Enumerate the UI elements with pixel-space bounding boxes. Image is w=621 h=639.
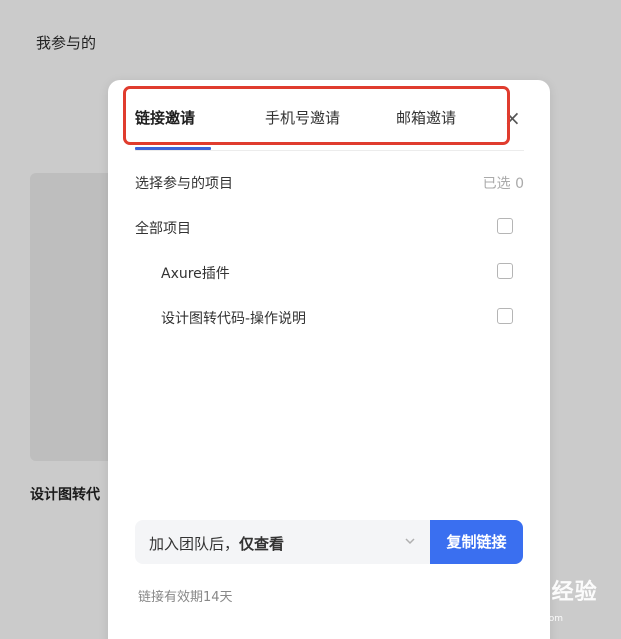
checkbox-design-to-code[interactable] — [497, 308, 513, 324]
watermark-url: jingyan.baidu.com — [480, 614, 564, 624]
close-icon[interactable]: × — [504, 108, 521, 128]
watermark-logo: Baidu经验 — [476, 580, 598, 605]
project-label-axure: Axure插件 — [161, 266, 230, 282]
checkbox-all-projects[interactable] — [497, 218, 513, 234]
project-label-all: 全部项目 — [135, 221, 191, 237]
select-projects-label: 选择参与的项目 — [135, 176, 233, 192]
invite-dialog: 链接邀请 手机号邀请 邮箱邀请 × 选择参与的项目 已选 0 全部项目 Axur… — [108, 80, 550, 639]
permission-prefix: 加入团队后， — [149, 535, 240, 553]
tab-email-invite[interactable]: 邮箱邀请 — [396, 107, 456, 128]
tab-link-invite[interactable]: 链接邀请 — [135, 107, 195, 128]
tab-phone-invite[interactable]: 手机号邀请 — [265, 107, 340, 128]
tabs-divider — [135, 150, 524, 151]
chevron-down-icon — [405, 538, 415, 545]
page-title: 我参与的 — [36, 34, 97, 52]
page: 我参与的 设计图转代 链接邀请 手机号邀请 邮箱邀请 × 选择参与的项目 已选 … — [0, 0, 621, 639]
link-validity-text: 链接有效期14天 — [138, 590, 233, 605]
checkbox-axure-plugin[interactable] — [497, 263, 513, 279]
copy-link-button[interactable]: 复制链接 — [430, 520, 523, 564]
permission-select[interactable]: 加入团队后，仅查看 — [135, 520, 431, 564]
project-card-label: 设计图转代 — [30, 487, 100, 503]
project-label-design-to-code: 设计图转代码-操作说明 — [161, 311, 307, 327]
selected-count: 已选 0 — [482, 176, 524, 192]
permission-select-text: 加入团队后，仅查看 — [149, 533, 284, 554]
permission-value: 仅查看 — [239, 535, 285, 553]
